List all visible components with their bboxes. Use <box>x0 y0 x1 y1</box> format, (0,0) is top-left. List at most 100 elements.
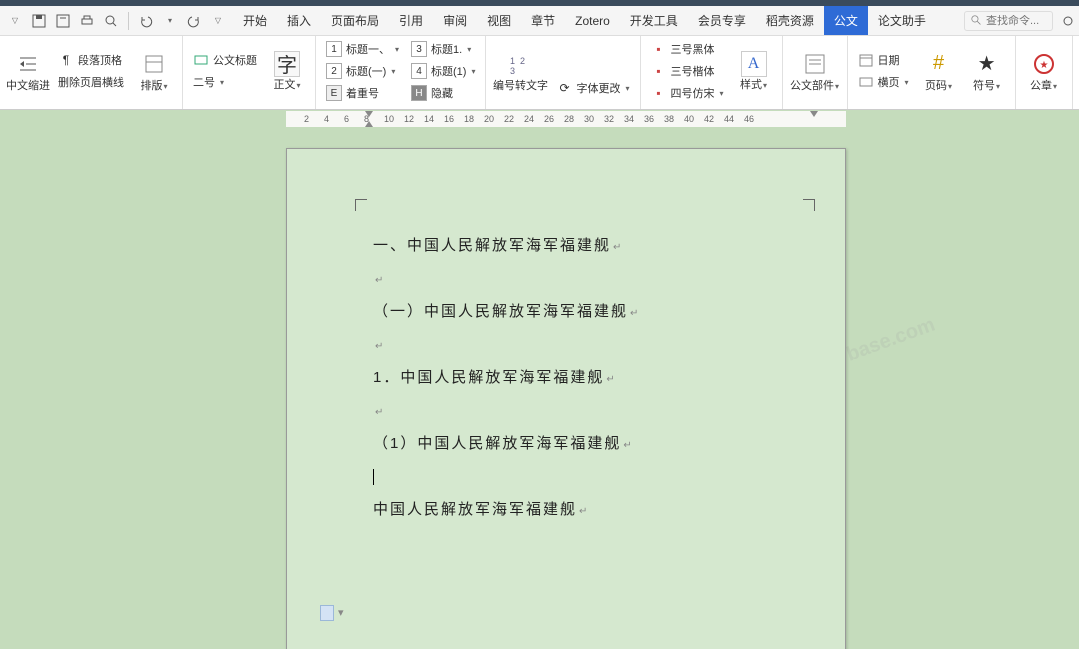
preview-icon[interactable] <box>100 10 122 32</box>
h-icon: H <box>411 85 427 101</box>
document-area: 黑域基地 Hybase.com 一、中国人民解放军海军福建舰 （一）中国人民解放… <box>0 128 1079 649</box>
text-cursor <box>373 469 374 485</box>
tab-view[interactable]: 视图 <box>477 6 521 35</box>
undo-dropdown[interactable]: ▾ <box>159 10 181 32</box>
date-button[interactable]: 日期 <box>854 50 913 70</box>
ribbon-group-copy: 副本▾ <box>1073 36 1079 109</box>
ruler-tick: 30 <box>584 114 594 124</box>
emphasis-button[interactable]: E着重号 <box>322 83 403 103</box>
num-to-text-button[interactable]: 123 编号转文字 <box>492 38 548 104</box>
tab-layout[interactable]: 页面布局 <box>321 6 389 35</box>
font-icon: 字 <box>274 51 300 77</box>
doc-line[interactable] <box>373 262 803 295</box>
tab-review[interactable]: 审阅 <box>433 6 477 35</box>
style3-button[interactable]: ▪四号仿宋▾ <box>647 83 728 103</box>
style2-button[interactable]: ▪三号楷体 <box>647 61 728 81</box>
tab-dev[interactable]: 开发工具 <box>620 6 688 35</box>
para-icon: ¶ <box>58 52 74 68</box>
pagenum-button[interactable]: # 页码▾ <box>917 38 961 104</box>
layout-button[interactable]: 排版▾ <box>132 38 176 104</box>
font-update-button[interactable]: ⟳字体更改▾ <box>552 78 633 98</box>
ruler-tick: 18 <box>464 114 474 124</box>
tab-zotero[interactable]: Zotero <box>565 6 620 35</box>
date-icon <box>858 52 874 68</box>
indent-icon <box>14 50 42 78</box>
doc-cursor-line[interactable] <box>373 460 803 493</box>
cn-indent-button[interactable]: 中文缩进 <box>6 38 50 104</box>
font-size-button[interactable]: 二号▾ <box>189 72 261 92</box>
doc-line[interactable]: 中国人民解放军海军福建舰 <box>373 493 803 526</box>
font-button[interactable]: 字 正文▾ <box>265 38 309 104</box>
tab-ref[interactable]: 引用 <box>389 6 433 35</box>
heading1-button[interactable]: 1标题一、▾ <box>322 39 403 59</box>
ruler-tick: 2 <box>304 114 309 124</box>
bullet-icon: ▪ <box>651 85 667 101</box>
pagenum-icon: # <box>925 50 953 78</box>
sync-icon[interactable] <box>1057 10 1079 32</box>
para-top-button[interactable]: ¶段落顶格 <box>54 50 128 70</box>
ribbon-group-number: 123 编号转文字 ⟳字体更改▾ <box>486 36 640 109</box>
document-page[interactable]: 一、中国人民解放军海军福建舰 （一）中国人民解放军海军福建舰 1．中国人民解放军… <box>286 148 846 649</box>
symbol-button[interactable]: ★ 符号▾ <box>965 38 1009 104</box>
tab-docer[interactable]: 稻壳资源 <box>756 6 824 35</box>
margin-corner-tr <box>803 199 815 211</box>
doc-line[interactable]: 一、中国人民解放军海军福建舰 <box>373 229 803 262</box>
tab-gongwen[interactable]: 公文 <box>824 6 868 35</box>
ruler-tick: 10 <box>384 114 394 124</box>
search-input[interactable] <box>986 15 1046 27</box>
seal-button[interactable]: ★ 公章▾ <box>1022 38 1066 104</box>
style1-button[interactable]: ▪三号黑体 <box>647 39 728 59</box>
num4-icon: 4 <box>411 63 427 79</box>
heading2-button[interactable]: 2标题(一)▾ <box>322 61 403 81</box>
qat-more[interactable]: ▽ <box>207 10 229 32</box>
ruler-tick: 36 <box>644 114 654 124</box>
file-dropdown[interactable]: ▽ <box>4 10 26 32</box>
ruler-tick: 8 <box>364 114 369 124</box>
tab-member[interactable]: 会员专享 <box>688 6 756 35</box>
doc-line[interactable]: （一）中国人民解放军海军福建舰 <box>373 295 803 328</box>
doc-line[interactable] <box>373 394 803 427</box>
command-search[interactable] <box>964 11 1053 31</box>
tab-thesis[interactable]: 论文助手 <box>868 6 936 35</box>
heading3-button[interactable]: 3标题1.▾ <box>407 39 479 59</box>
symbol-icon: ★ <box>973 50 1001 78</box>
ruler-tick: 40 <box>684 114 694 124</box>
ruler-tick: 44 <box>724 114 734 124</box>
hidden-button[interactable]: H隐藏 <box>407 83 479 103</box>
parts-icon <box>801 50 829 78</box>
tab-insert[interactable]: 插入 <box>277 6 321 35</box>
horizontal-ruler[interactable]: 6 4 2 2468101214161820222426283032343638… <box>0 110 1079 128</box>
ruler-tick: 12 <box>404 114 414 124</box>
doc-line[interactable] <box>373 328 803 361</box>
svg-text:2: 2 <box>520 56 525 66</box>
right-indent-marker[interactable] <box>810 111 818 117</box>
num2-icon: 2 <box>326 63 342 79</box>
doc-line[interactable]: 1．中国人民解放军海军福建舰 <box>373 361 803 394</box>
tab-start[interactable]: 开始 <box>233 6 277 35</box>
doc-line[interactable]: （1）中国人民解放军海军福建舰 <box>373 427 803 460</box>
num3-icon: 3 <box>411 41 427 57</box>
paste-hint[interactable]: ▾ <box>320 605 344 621</box>
bullet-icon: ▪ <box>651 63 667 79</box>
document-content[interactable]: 一、中国人民解放军海军福建舰 （一）中国人民解放军海军福建舰 1．中国人民解放军… <box>373 229 803 526</box>
doc-parts-button[interactable]: 公文部件▾ <box>789 38 841 104</box>
ruler-tick: 22 <box>504 114 514 124</box>
print-icon[interactable] <box>76 10 98 32</box>
hpage-icon <box>858 74 874 90</box>
redo-icon[interactable] <box>183 10 205 32</box>
doc-title-button[interactable]: 公文标题 <box>189 50 261 70</box>
menu-bar: ▽ ▾ ▽ 开始 插入 页面布局 引用 审阅 视图 章节 Zotero 开发工具… <box>0 6 1079 36</box>
ruler-tick: 16 <box>444 114 454 124</box>
styles-button[interactable]: A 样式▾ <box>732 38 776 104</box>
saveas-icon[interactable] <box>52 10 74 32</box>
ruler-tick: 42 <box>704 114 714 124</box>
ribbon-group-font: 公文标题 二号▾ 字 正文▾ <box>183 36 316 109</box>
undo-icon[interactable] <box>135 10 157 32</box>
hline-button[interactable]: 横页▾ <box>854 72 913 92</box>
save-icon[interactable] <box>28 10 50 32</box>
tab-chapter[interactable]: 章节 <box>521 6 565 35</box>
menu-tabs: 开始 插入 页面布局 引用 审阅 视图 章节 Zotero 开发工具 会员专享 … <box>233 6 936 35</box>
heading4-button[interactable]: 4标题(1)▾ <box>407 61 479 81</box>
svg-text:★: ★ <box>1039 60 1048 71</box>
del-header-line-button[interactable]: 删除页眉横线 <box>54 72 128 92</box>
